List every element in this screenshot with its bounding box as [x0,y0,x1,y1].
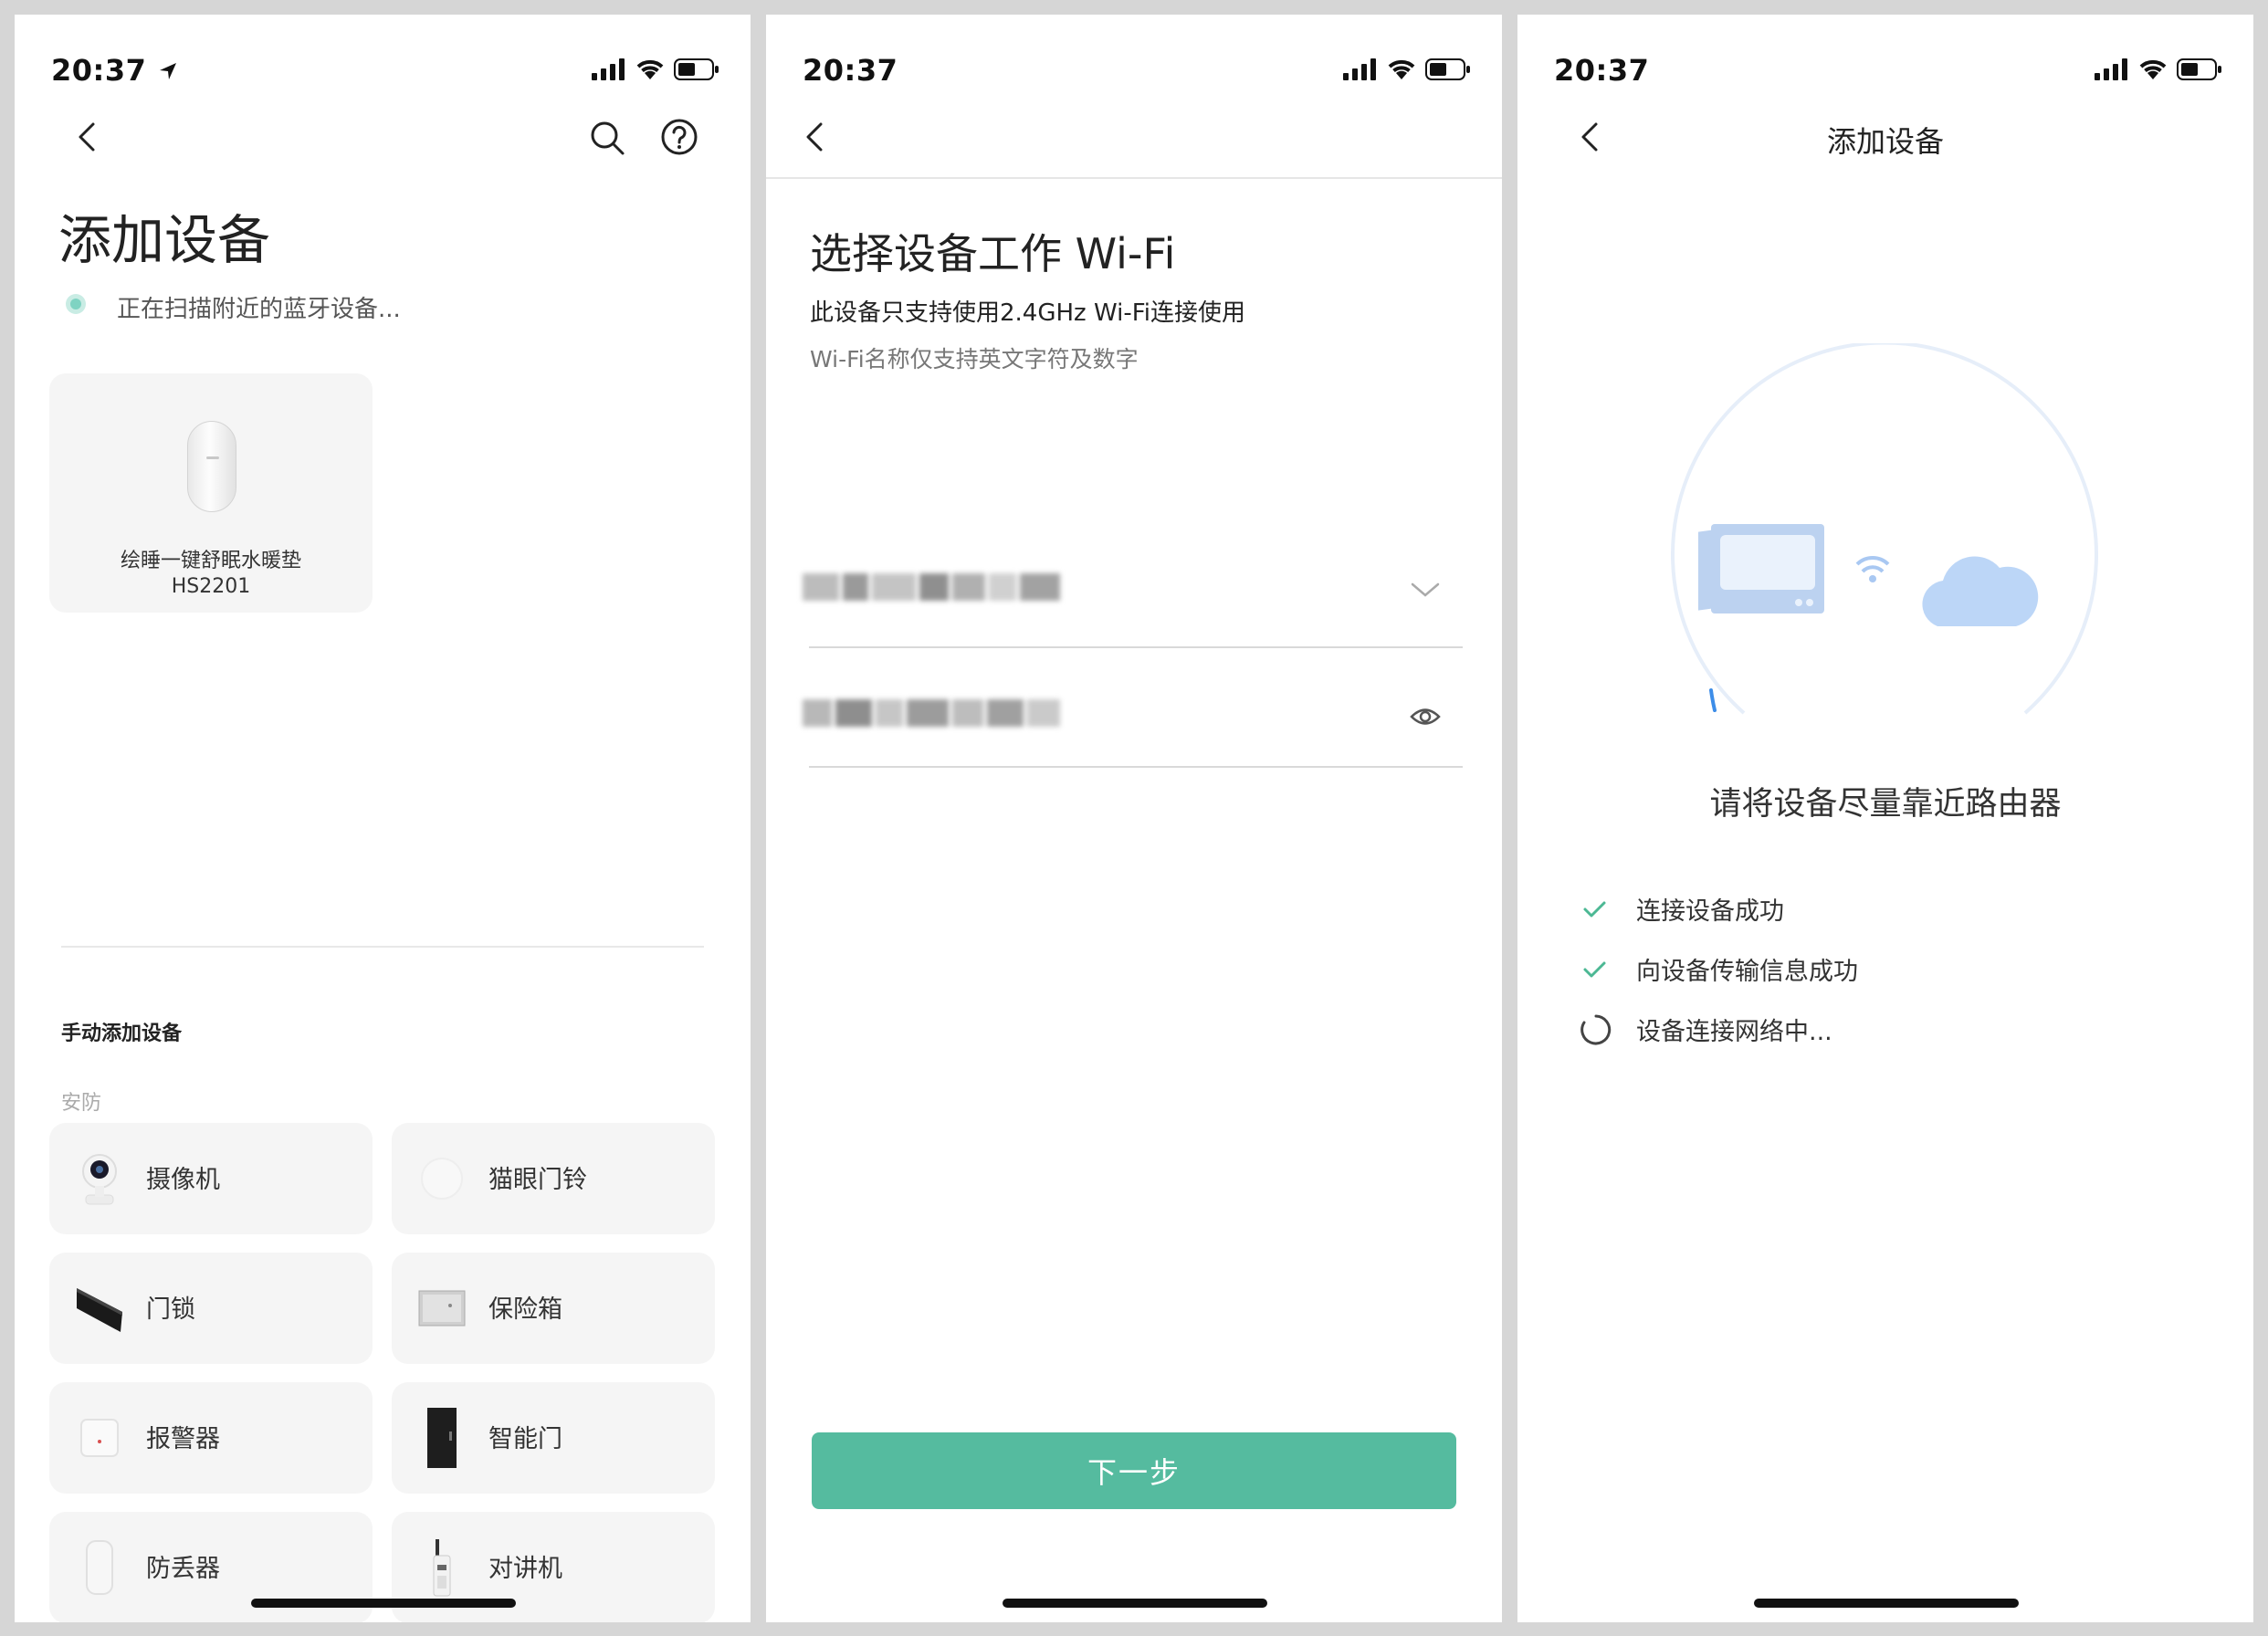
device-connecting-screen: 20:37 添加设备 请将设备尽量靠近路由器 连接设备成功 向设备传输信息成功 … [1517,15,2253,1622]
category-camera[interactable]: 摄像机 [49,1123,373,1234]
manual-add-heading: 手动添加设备 [61,1022,183,1045]
door-lock-icon [73,1276,126,1340]
status-time: 20:37 [803,53,898,88]
water-pad-device-image [187,421,236,512]
battery-icon [674,58,719,80]
scan-indicator [66,294,86,314]
cellular-signal-icon [1343,58,1376,80]
home-indicator [251,1599,516,1608]
step-transfer-info: 向设备传输信息成功 [1580,951,1858,987]
status-bar: 20:37 [766,53,1502,93]
cellular-signal-icon [592,58,625,80]
status-bar: 20:37 [15,53,751,93]
router-instruction: 请将设备尽量靠近路由器 [1709,786,2062,823]
battery-icon [1425,58,1470,80]
search-icon[interactable] [588,119,626,157]
category-label: 摄像机 [146,1166,220,1194]
category-safe[interactable]: 保险箱 [392,1253,715,1364]
field-underline [809,646,1463,648]
select-wifi-screen: 20:37 选择设备工作 Wi-Fi 此设备只支持使用2.4GHz Wi-Fi连… [766,15,1502,1622]
category-label: 防丢器 [146,1555,220,1583]
header-divider [766,177,1502,179]
home-indicator [1754,1599,2019,1608]
field-underline [809,766,1463,768]
next-step-button[interactable]: 下一步 [812,1432,1456,1509]
wifi-name-select[interactable] [803,555,1469,643]
category-door-lock[interactable]: 门锁 [49,1253,373,1364]
found-device-card[interactable]: 绘睡一键舒眠水暖垫 HS2201 [49,373,373,613]
wifi-signal-icon [1855,555,1890,582]
status-bar: 20:37 [1517,53,2253,93]
safe-icon [415,1276,468,1340]
wifi-password-input[interactable] [803,677,1469,765]
check-icon [1583,961,1606,977]
status-time: 20:37 [1554,53,1650,88]
walkie-talkie-icon [415,1536,468,1599]
anti-loss-tag-icon [73,1536,126,1599]
page-title: 选择设备工作 Wi-Fi [810,229,1176,278]
location-arrow-icon [160,63,176,79]
category-peephole-doorbell[interactable]: 猫眼门铃 [392,1123,715,1234]
help-icon[interactable] [659,117,699,157]
wifi-icon [2139,59,2167,79]
device-screen-icon [1698,524,1824,614]
category-group-label: 安防 [61,1092,102,1115]
wifi-name-value-redacted [803,573,1060,601]
scanning-status: 正在扫描附近的蓝牙设备... [117,296,401,323]
camera-icon [73,1147,126,1211]
page-title: 添加设备 [58,209,271,271]
chevron-down-icon[interactable] [1409,581,1442,599]
category-label: 对讲机 [488,1555,562,1583]
back-button[interactable] [797,119,834,155]
divider [61,946,704,948]
category-label: 猫眼门铃 [488,1166,587,1194]
wifi-icon [1388,59,1415,79]
add-device-screen: 20:37 添加设备 正在扫描附近的蓝牙设备... 绘睡一键舒眠水暖垫 HS22… [15,15,751,1622]
loading-spinner-icon [1580,1014,1612,1044]
router-connection-illustration [1671,343,2098,715]
wifi-requirement-text: 此设备只支持使用2.4GHz Wi-Fi连接使用 [810,299,1245,327]
home-indicator [1003,1599,1267,1608]
category-label: 保险箱 [488,1295,562,1324]
status-time: 20:37 [51,53,147,88]
step-connect-device: 连接设备成功 [1580,891,1784,927]
check-icon [1583,901,1606,917]
category-label: 智能门 [488,1425,562,1453]
page-title: 添加设备 [1826,124,1944,159]
device-model: HS2201 [171,575,251,598]
wifi-icon [636,59,664,79]
device-name: 绘睡一键舒眠水暖垫 [120,550,301,572]
battery-icon [2177,58,2221,80]
step-network-connecting: 设备连接网络中... [1580,1012,1832,1047]
alarm-icon [73,1406,126,1470]
cellular-signal-icon [2095,58,2127,80]
cloud-icon [1922,556,2039,626]
back-button[interactable] [69,119,106,155]
category-label: 门锁 [146,1295,195,1324]
wifi-password-value-redacted [803,699,1060,727]
category-smart-door[interactable]: 智能门 [392,1382,715,1494]
doorbell-icon [415,1147,468,1211]
wifi-name-hint: Wi-Fi名称仅支持英文字符及数字 [810,346,1139,372]
smart-door-icon [415,1406,468,1470]
eye-icon[interactable] [1409,703,1442,730]
category-label: 报警器 [146,1425,220,1453]
category-alarm[interactable]: 报警器 [49,1382,373,1494]
